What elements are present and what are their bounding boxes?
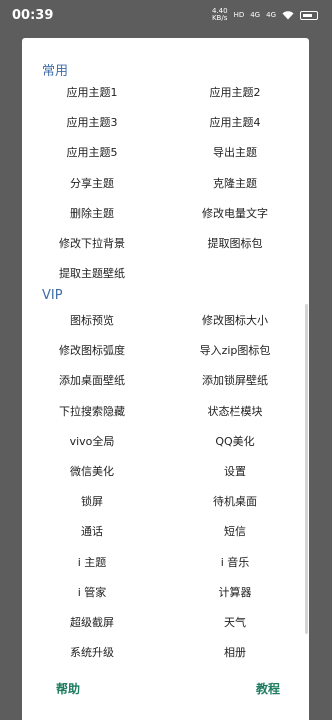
menu-item[interactable]: 修改下拉背景	[22, 235, 162, 251]
menu-item[interactable]: 短信	[165, 523, 305, 539]
menu-item[interactable]: 系统升级	[22, 644, 162, 660]
menu-item[interactable]: 锁屏	[22, 493, 162, 509]
menu-dialog: 常用应用主题1 应用主题2 应用主题3 应用主题4 应用主题5 导出主题 分享主题 克隆主题删…	[22, 38, 309, 720]
menu-item[interactable]: 待机桌面	[165, 493, 305, 509]
menu-item[interactable]: 删除主题	[22, 205, 162, 221]
menu-item[interactable]: vivo全局	[22, 433, 162, 449]
menu-item[interactable]: 添加桌面壁纸	[22, 372, 162, 388]
menu-item[interactable]: 添加锁屏壁纸	[165, 372, 305, 388]
menu-item[interactable]: 导入zip图标包	[165, 342, 305, 358]
menu-item[interactable]: 提取图标包	[165, 235, 305, 251]
menu-item[interactable]: 分享主题	[22, 175, 162, 191]
menu-item[interactable]: 应用主题1	[22, 84, 162, 100]
menu-item[interactable]: 导出主题	[165, 144, 305, 160]
menu-item[interactable]: 超级截屏	[22, 614, 162, 630]
menu-item[interactable]: 提取主题壁纸	[22, 265, 162, 281]
menu-item[interactable]: i 管家	[22, 584, 162, 600]
menu-item[interactable]: 应用主题5	[22, 144, 162, 160]
menu-item[interactable]: QQ美化	[165, 433, 305, 449]
status-time: 00:39	[12, 8, 54, 23]
menu-item[interactable]: 天气	[165, 614, 305, 630]
tutorial-button[interactable]: 教程	[256, 680, 280, 697]
cellular-signal-icon: 4G	[250, 10, 261, 19]
menu-item[interactable]: 修改图标弧度	[22, 342, 162, 358]
menu-item[interactable]: 设置	[165, 463, 305, 479]
menu-item[interactable]: 应用主题4	[165, 114, 305, 130]
help-button[interactable]: 帮助	[56, 680, 80, 697]
menu-item[interactable]: i 主题	[22, 554, 162, 570]
scrollbar[interactable]	[305, 304, 308, 634]
dialog-footer: 帮助 教程	[22, 666, 309, 720]
menu-item[interactable]: 微信美化	[22, 463, 162, 479]
network-speed: 4.40 KB/s	[211, 7, 228, 22]
menu-item[interactable]: 状态栏模块	[165, 403, 305, 419]
menu-item[interactable]: 相册	[165, 644, 305, 660]
menu-item[interactable]: 克隆主题	[165, 175, 305, 191]
menu-item[interactable]: 应用主题3	[22, 114, 162, 130]
menu-item[interactable]: i 音乐	[165, 554, 305, 570]
section-title: 常用	[42, 64, 69, 79]
menu-item[interactable]: 计算器	[165, 584, 305, 600]
menu-item[interactable]: 应用主题2	[165, 84, 305, 100]
menu-item[interactable]: 修改图标大小	[165, 312, 305, 328]
menu-item[interactable]: 图标预览	[22, 312, 162, 328]
wifi-icon	[282, 10, 294, 19]
cellular-signal-2-icon: 4G	[266, 10, 276, 19]
status-icons: 4.40 KB/s HD 4G 4G	[212, 8, 318, 22]
menu-item[interactable]: 修改电量文字	[165, 205, 305, 221]
menu-item[interactable]: 下拉搜索隐藏	[22, 403, 162, 419]
battery-icon	[300, 10, 318, 20]
status-bar: 00:39 4.40 KB/s HD 4G 4G	[0, 0, 332, 30]
hd-signal-icon: HD	[233, 10, 245, 19]
section-title: VIP	[42, 288, 63, 303]
menu-item[interactable]: 通话	[22, 523, 162, 539]
